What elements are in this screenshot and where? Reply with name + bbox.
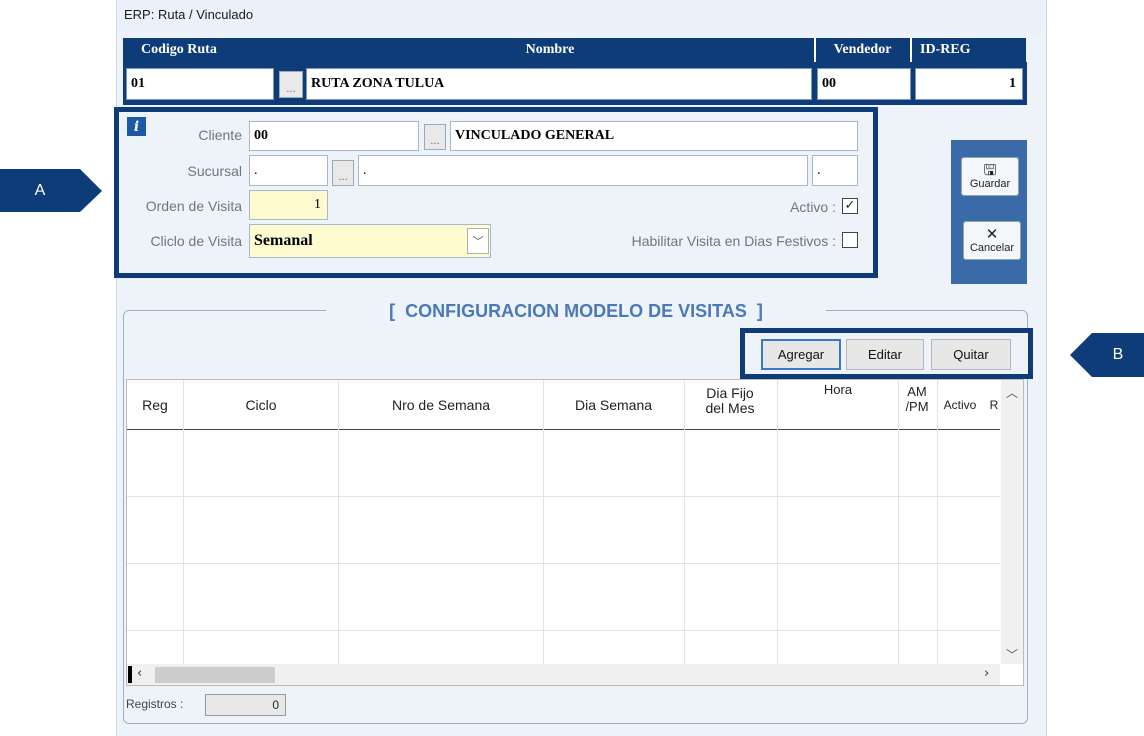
visits-section-title: [ CONFIGURACION MODELO DE VISITAS ] <box>326 300 826 322</box>
col-nro-semana: Nro de Semana <box>391 397 491 413</box>
callout-b-arrow <box>1070 333 1092 377</box>
col-nombre: Nombre <box>525 42 575 57</box>
chevron-up-icon[interactable]: ︿ <box>1003 384 1021 400</box>
grid-row-line <box>127 496 1000 497</box>
col-ciclo: Ciclo <box>245 397 277 413</box>
cliente-name-field[interactable]: VINCULADO GENERAL <box>450 121 858 151</box>
grid-col-line <box>937 380 938 664</box>
edit-button[interactable]: Editar <box>846 339 924 370</box>
route-code-field[interactable]: 01 <box>126 68 274 100</box>
col-ampm-1: AM <box>907 384 927 399</box>
registros-label: Registros : <box>126 697 184 711</box>
save-label: Guardar <box>969 178 1011 190</box>
ciclo-visita-select[interactable]: Semanal <box>249 224 491 258</box>
save-button[interactable]: 🖫 Guardar <box>961 157 1019 196</box>
registros-count: 0 <box>205 694 286 716</box>
col-activo: Activo <box>943 398 977 412</box>
sucursal-code-field[interactable]: . <box>249 155 328 186</box>
route-name-field[interactable]: RUTA ZONA TULUA <box>306 68 812 100</box>
route-lookup-button[interactable]: ... <box>279 71 303 98</box>
save-icon: 🖫 <box>983 161 997 179</box>
sucursal-extra-field[interactable]: . <box>812 155 858 186</box>
window-title: ERP: Ruta / Vinculado <box>124 7 254 22</box>
cancel-button[interactable]: ✕ Cancelar <box>963 221 1021 260</box>
col-id-reg: ID-REG <box>912 38 1026 62</box>
chevron-left-icon[interactable]: ‹ <box>137 666 151 683</box>
activo-label: Activo : <box>790 199 836 215</box>
cancel-icon: ✕ <box>985 225 999 243</box>
callout-a-arrow <box>80 169 102 212</box>
grid-row-line <box>127 563 1000 564</box>
grid-col-line <box>777 380 778 664</box>
sucursal-name-field[interactable]: . <box>358 155 808 186</box>
grid-row-line <box>127 630 1000 631</box>
festivos-label: Habilitar Visita en Dias Festivos : <box>631 233 836 249</box>
col-vendedor: Vendedor <box>815 38 910 62</box>
col-extra: R <box>989 398 999 412</box>
cliente-code-field[interactable]: 00 <box>249 121 419 151</box>
sucursal-lookup-button[interactable]: ... <box>332 160 354 186</box>
col-dia-fijo-2: del Mes <box>705 400 755 416</box>
orden-visita-label: Orden de Visita <box>145 198 242 214</box>
seller-field[interactable]: 00 <box>817 68 911 100</box>
orden-visita-field[interactable]: 1 <box>249 190 328 220</box>
col-dia-fijo-1: Dia Fijo <box>706 385 754 401</box>
grid-col-line <box>183 380 184 664</box>
id-reg-field[interactable]: 1 <box>915 68 1023 100</box>
chevron-right-icon[interactable]: › <box>984 666 998 683</box>
callout-a: A <box>0 169 80 212</box>
scroll-thumb[interactable] <box>155 667 275 683</box>
header-divider <box>814 38 816 62</box>
visits-grid[interactable] <box>126 379 1024 686</box>
vertical-scrollbar[interactable] <box>1001 380 1023 664</box>
title-bar <box>118 0 1045 34</box>
grid-header-line <box>127 429 1000 430</box>
col-ampm-2: /PM <box>905 399 929 414</box>
info-icon[interactable]: i <box>127 117 146 136</box>
activo-checkbox[interactable]: ✓ <box>842 198 858 214</box>
col-codigo-ruta: Codigo Ruta <box>141 42 217 57</box>
callout-b: B <box>1092 333 1144 377</box>
festivos-checkbox[interactable] <box>842 232 858 248</box>
grid-col-line <box>684 380 685 664</box>
sucursal-label: Sucursal <box>187 163 242 179</box>
col-hora: Hora <box>823 382 853 397</box>
grid-col-line <box>338 380 339 664</box>
row-indicator <box>128 666 132 683</box>
cliente-label: Cliente <box>198 127 242 143</box>
cliente-lookup-button[interactable]: ... <box>424 124 446 150</box>
col-reg: Reg <box>142 397 168 413</box>
col-dia-semana: Dia Semana <box>574 397 653 413</box>
grid-col-line <box>543 380 544 664</box>
header-divider <box>910 38 912 62</box>
cancel-label: Cancelar <box>969 242 1015 254</box>
grid-col-line <box>898 380 899 664</box>
add-button[interactable]: Agregar <box>761 339 841 370</box>
chevron-down-icon[interactable]: ﹀ <box>1003 646 1021 662</box>
ciclo-visita-value: Semanal <box>254 232 313 249</box>
ciclo-visita-label: Cliclo de Visita <box>150 233 242 249</box>
remove-button[interactable]: Quitar <box>931 339 1011 370</box>
chevron-down-icon[interactable]: ﹀ <box>467 228 489 254</box>
